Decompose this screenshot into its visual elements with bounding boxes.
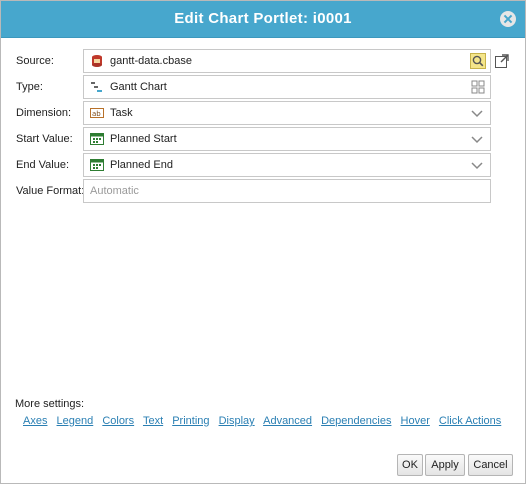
link-click-actions[interactable]: Click Actions	[439, 415, 501, 427]
link-colors[interactable]: Colors	[102, 415, 134, 427]
type-value: Gantt Chart	[110, 81, 167, 93]
end-value-row: End Value: Planned End	[1, 153, 525, 177]
value-format-row: Value Format: Automatic	[1, 179, 525, 203]
value-format-input[interactable]: Automatic	[83, 179, 491, 203]
chevron-down-icon[interactable]	[470, 132, 484, 146]
end-value-label: End Value:	[16, 159, 70, 171]
ok-button[interactable]: OK	[397, 454, 423, 476]
type-field[interactable]: Gantt Chart	[83, 75, 491, 99]
text-field-icon: ab	[90, 108, 104, 118]
search-icon[interactable]	[470, 53, 486, 69]
start-value-row: Start Value: Planned Start	[1, 127, 525, 151]
value-format-label: Value Format:	[16, 185, 85, 197]
start-value-value: Planned Start	[110, 133, 177, 145]
date-field-icon	[90, 159, 104, 171]
source-field[interactable]: gantt-data.cbase	[83, 49, 491, 73]
link-axes[interactable]: Axes	[23, 415, 47, 427]
link-display[interactable]: Display	[219, 415, 255, 427]
dialog-title: Edit Chart Portlet: i0001	[174, 10, 352, 27]
end-value-select[interactable]: Planned End	[83, 153, 491, 177]
link-hover[interactable]: Hover	[401, 415, 430, 427]
close-icon[interactable]	[500, 11, 516, 27]
chevron-down-icon[interactable]	[470, 106, 484, 120]
dimension-select[interactable]: ab Task	[83, 101, 491, 125]
type-row: Type: Gantt Chart	[1, 75, 525, 99]
more-settings-links: Axes Legend Colors Text Printing Display…	[23, 415, 507, 427]
link-legend[interactable]: Legend	[57, 415, 94, 427]
start-value-label: Start Value:	[16, 133, 73, 145]
dimension-label: Dimension:	[16, 107, 72, 119]
link-text[interactable]: Text	[143, 415, 163, 427]
link-printing[interactable]: Printing	[172, 415, 209, 427]
type-label: Type:	[16, 81, 43, 93]
more-settings-label: More settings:	[15, 398, 85, 410]
link-dependencies[interactable]: Dependencies	[321, 415, 391, 427]
cancel-button[interactable]: Cancel	[468, 454, 513, 476]
chevron-down-icon[interactable]	[470, 158, 484, 172]
date-field-icon	[90, 133, 104, 145]
apply-button[interactable]: Apply	[425, 454, 465, 476]
source-label: Source:	[16, 55, 54, 67]
dimension-value: Task	[110, 107, 133, 119]
start-value-select[interactable]: Planned Start	[83, 127, 491, 151]
svg-text:ab: ab	[92, 110, 101, 118]
source-row: Source: gantt-data.cbase	[1, 49, 525, 73]
value-format-placeholder: Automatic	[90, 185, 139, 197]
database-icon	[92, 55, 102, 67]
open-external-icon[interactable]	[494, 53, 510, 69]
source-value: gantt-data.cbase	[110, 55, 192, 67]
dimension-row: Dimension: ab Task	[1, 101, 525, 125]
dialog-titlebar[interactable]: Edit Chart Portlet: i0001	[1, 1, 525, 38]
chart-type-grid-icon[interactable]	[470, 79, 486, 95]
edit-chart-portlet-dialog: Edit Chart Portlet: i0001 Source: gantt-…	[0, 0, 526, 484]
link-advanced[interactable]: Advanced	[263, 415, 312, 427]
gantt-chart-icon	[91, 82, 102, 92]
end-value-value: Planned End	[110, 159, 173, 171]
